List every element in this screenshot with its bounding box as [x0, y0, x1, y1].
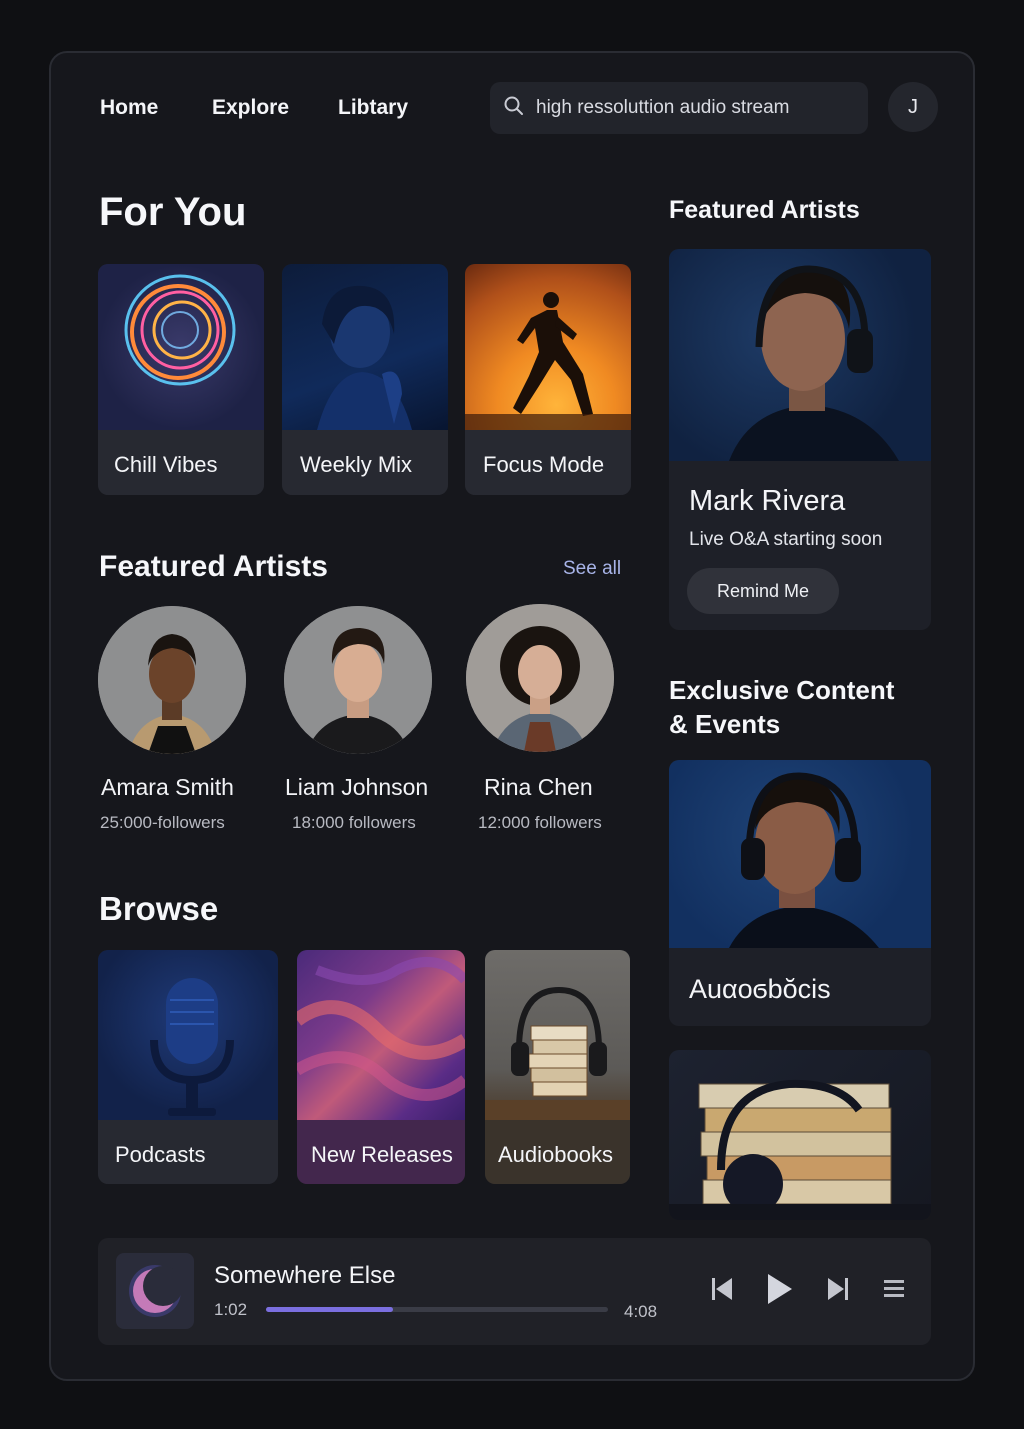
- artist-followers: 25:000-followers: [100, 813, 225, 832]
- fluid-abstract-art: [297, 950, 465, 1120]
- track-title: Somewhere Else: [214, 1262, 396, 1289]
- progress-fill: [266, 1307, 393, 1312]
- artist-photo-rina-chen[interactable]: [466, 604, 614, 752]
- exclusive-artist-photo: [669, 760, 931, 948]
- exclusive-title-line1: Exclusive Content: [669, 675, 895, 705]
- artist-followers: 12:000 followers: [478, 813, 602, 832]
- featured-artist-name: Mark Rivera: [689, 485, 846, 517]
- see-all-link[interactable]: See all: [563, 558, 621, 580]
- card-label: New Releases: [297, 1120, 465, 1184]
- remind-me-button[interactable]: Remind Me: [687, 568, 839, 614]
- neon-rings-art: [98, 264, 264, 430]
- playlist-card-weekly-mix[interactable]: Weekly Mix: [282, 264, 448, 495]
- books-headphones-art: [485, 950, 630, 1120]
- exclusive-card-label: Auαoϭbŏcis: [689, 974, 831, 1004]
- progress-track[interactable]: [266, 1307, 608, 1312]
- nav-library[interactable]: Libtary: [338, 96, 408, 120]
- search-input[interactable]: [536, 97, 856, 119]
- browse-card-podcasts[interactable]: Podcasts: [98, 950, 278, 1184]
- card-label: Audiobooks: [485, 1120, 630, 1184]
- search-icon: [504, 96, 524, 121]
- previous-icon[interactable]: [712, 1276, 734, 1307]
- card-label: Weekly Mix: [282, 430, 448, 495]
- microphone-art: [98, 950, 278, 1120]
- artist-photo-amara-smith[interactable]: [98, 606, 246, 754]
- featured-artist-photo: [669, 249, 931, 461]
- exclusive-content-card[interactable]: Auαoϭbŏcis: [669, 760, 931, 1026]
- avatar[interactable]: J: [888, 82, 938, 132]
- card-label: Chill Vibes: [98, 430, 264, 495]
- queue-icon[interactable]: [884, 1278, 906, 1305]
- artist-name[interactable]: Rina Chen: [484, 774, 593, 801]
- search-bar[interactable]: [490, 82, 868, 134]
- artist-name[interactable]: Liam Johnson: [285, 774, 428, 801]
- duration-time: 4:08: [624, 1302, 658, 1321]
- browse-card-new-releases[interactable]: New Releases: [297, 950, 465, 1184]
- section-title-for-you: For You: [99, 190, 247, 234]
- playlist-card-focus-mode[interactable]: Focus Mode: [465, 264, 631, 495]
- exclusive-title-line2: & Events: [669, 709, 781, 739]
- section-title-browse: Browse: [99, 890, 219, 927]
- artist-name[interactable]: Amara Smith: [101, 774, 234, 801]
- books-headphones-art: [669, 1050, 931, 1220]
- now-playing-bar: Somewhere Else 1:02 4:08: [98, 1238, 931, 1345]
- sidebar-title-featured-artists: Featured Artists: [669, 196, 860, 224]
- artist-followers: 18:000 followers: [292, 813, 416, 832]
- play-icon[interactable]: [766, 1272, 794, 1311]
- playlist-card-chill-vibes[interactable]: Chill Vibes: [98, 264, 264, 495]
- album-art[interactable]: [116, 1253, 194, 1329]
- section-title-featured-artists: Featured Artists: [99, 550, 328, 583]
- elapsed-time: 1:02: [214, 1300, 248, 1319]
- artist-photo-liam-johnson[interactable]: [284, 606, 432, 754]
- browse-card-audiobooks[interactable]: Audiobooks: [485, 950, 630, 1184]
- nav-home[interactable]: Home: [100, 96, 158, 120]
- portrait-art: [282, 264, 448, 430]
- card-label: Podcasts: [98, 1120, 278, 1184]
- card-label: Focus Mode: [465, 430, 631, 495]
- next-icon[interactable]: [826, 1276, 848, 1307]
- books-promo-card[interactable]: [669, 1050, 931, 1220]
- runner-silhouette-art: [465, 264, 631, 430]
- sidebar-title-exclusive: Exclusive Content & Events: [669, 673, 894, 741]
- nav-explore[interactable]: Explore: [212, 96, 289, 120]
- featured-artist-status: Live O&A starting soon: [689, 529, 883, 550]
